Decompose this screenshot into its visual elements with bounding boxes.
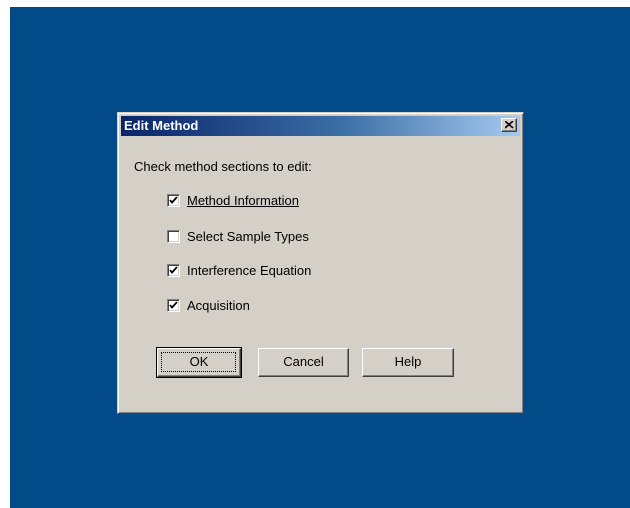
help-button[interactable]: Help [362, 348, 454, 377]
cancel-button[interactable]: Cancel [258, 348, 349, 377]
checkbox-method-information-label: Method Information [187, 193, 300, 208]
checkbox-interference-equation-label: Interference Equation [187, 263, 312, 278]
checkbox-acquisition-label: Acquisition [187, 298, 250, 313]
dialog-titlebar[interactable]: Edit Method [121, 116, 520, 136]
checkbox-method-information-box[interactable] [167, 194, 180, 207]
checkmark-icon [169, 196, 178, 204]
ok-button-label: OK [189, 354, 209, 369]
checkbox-select-sample-types-label: Select Sample Types [187, 229, 309, 244]
close-icon [505, 121, 514, 129]
close-button[interactable] [501, 118, 517, 132]
checkbox-acquisition-box[interactable] [167, 299, 180, 312]
dialog-title: Edit Method [124, 118, 199, 133]
instruction-text: Check method sections to edit: [134, 159, 312, 174]
checkbox-interference-equation-box[interactable] [167, 264, 180, 277]
checkmark-icon [169, 301, 178, 309]
cancel-button-label: Cancel [283, 354, 324, 369]
checkmark-icon [169, 266, 178, 274]
ok-button[interactable]: OK [156, 347, 242, 378]
help-button-label: Help [394, 354, 422, 369]
edit-method-dialog: Edit Method Check method sections to edi… [117, 112, 524, 414]
checkbox-select-sample-types-box[interactable] [167, 230, 180, 243]
